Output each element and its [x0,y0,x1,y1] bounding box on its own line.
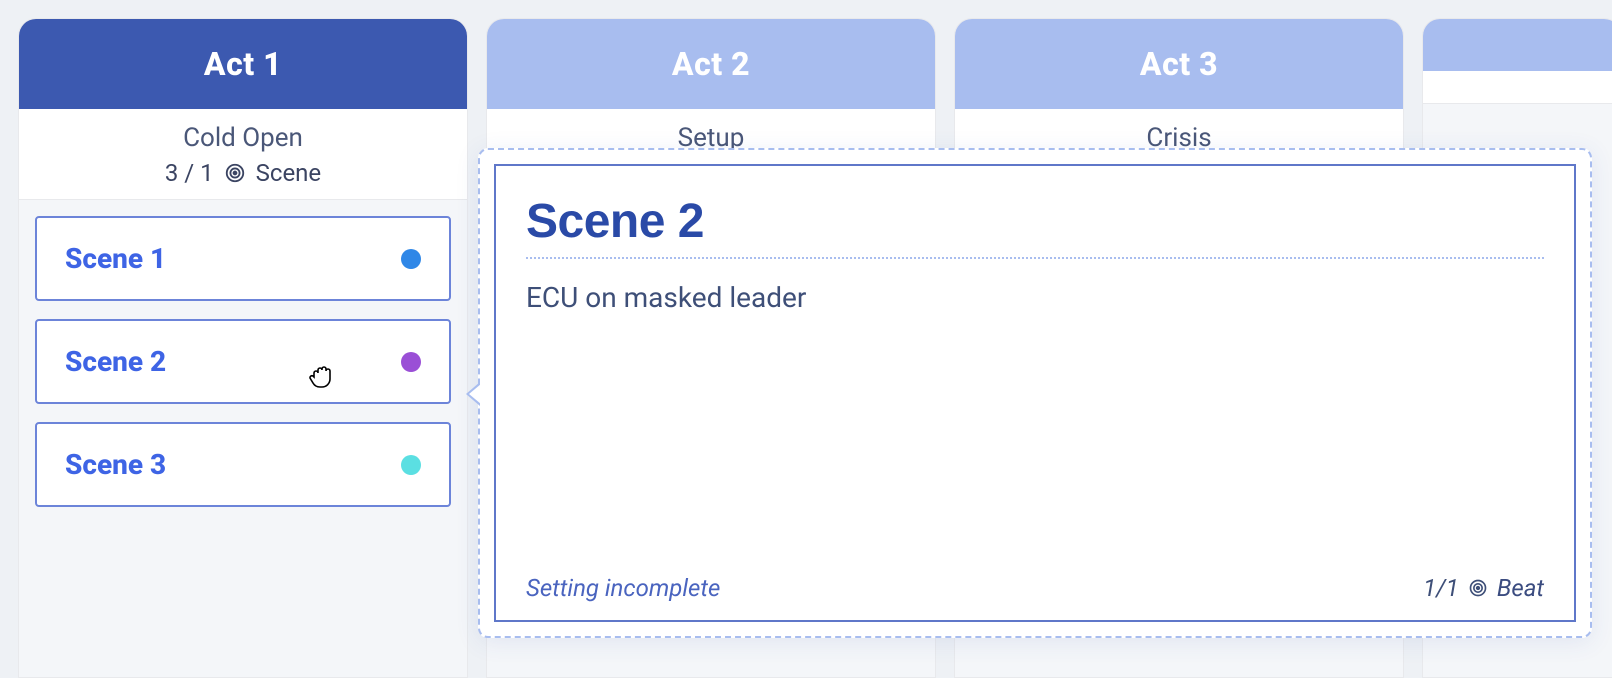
scene-status-dot [401,455,421,475]
divider [526,257,1544,259]
scene-label: Scene 3 [65,448,166,481]
act-column-1: Act 1 Cold Open 3 / 1 Scene Scene 1 Scen… [18,18,468,678]
scene-beat-count: 1/1 Beat [1423,574,1544,602]
scene-card-2[interactable]: Scene 2 [35,319,451,404]
act-count-text-1: 3 / 1 [165,159,214,187]
scene-card-1[interactable]: Scene 1 [35,216,451,301]
scene-label: Scene 2 [65,345,166,378]
scene-detail-inner[interactable]: Scene 2 ECU on masked leader Setting inc… [494,164,1576,622]
scene-detail-popover: Scene 2 ECU on masked leader Setting inc… [478,148,1592,638]
act-count-unit-1: Scene [256,159,322,187]
target-icon [224,162,246,184]
scene-status-dot [401,249,421,269]
act-sub-1: Cold Open 3 / 1 Scene [19,109,467,200]
grab-cursor-icon [307,361,335,389]
scene-status-dot [401,352,421,372]
scene-label: Scene 1 [65,242,166,275]
scene-detail-title: Scene 2 [526,194,1544,249]
scenes-list: Scene 1 Scene 2 Scene 3 [19,200,467,523]
act-header-2[interactable]: Act 2 [487,19,935,109]
beat-label: Beat [1497,574,1544,602]
scene-card-3[interactable]: Scene 3 [35,422,451,507]
scene-detail-footer: Setting incomplete 1/1 Beat [526,574,1544,602]
scene-detail-status: Setting incomplete [526,574,720,602]
target-icon [1467,577,1489,599]
scene-detail-description: ECU on masked leader [526,281,1544,314]
act-header-1[interactable]: Act 1 [19,19,467,109]
act-header-3[interactable]: Act 3 [955,19,1403,109]
act-count-row-1: 3 / 1 Scene [27,159,459,187]
beat-count-text: 1/1 [1423,574,1459,602]
act-sub-4 [1423,71,1612,104]
act-header-4[interactable] [1423,19,1612,71]
act-subtitle-1: Cold Open [27,123,459,153]
